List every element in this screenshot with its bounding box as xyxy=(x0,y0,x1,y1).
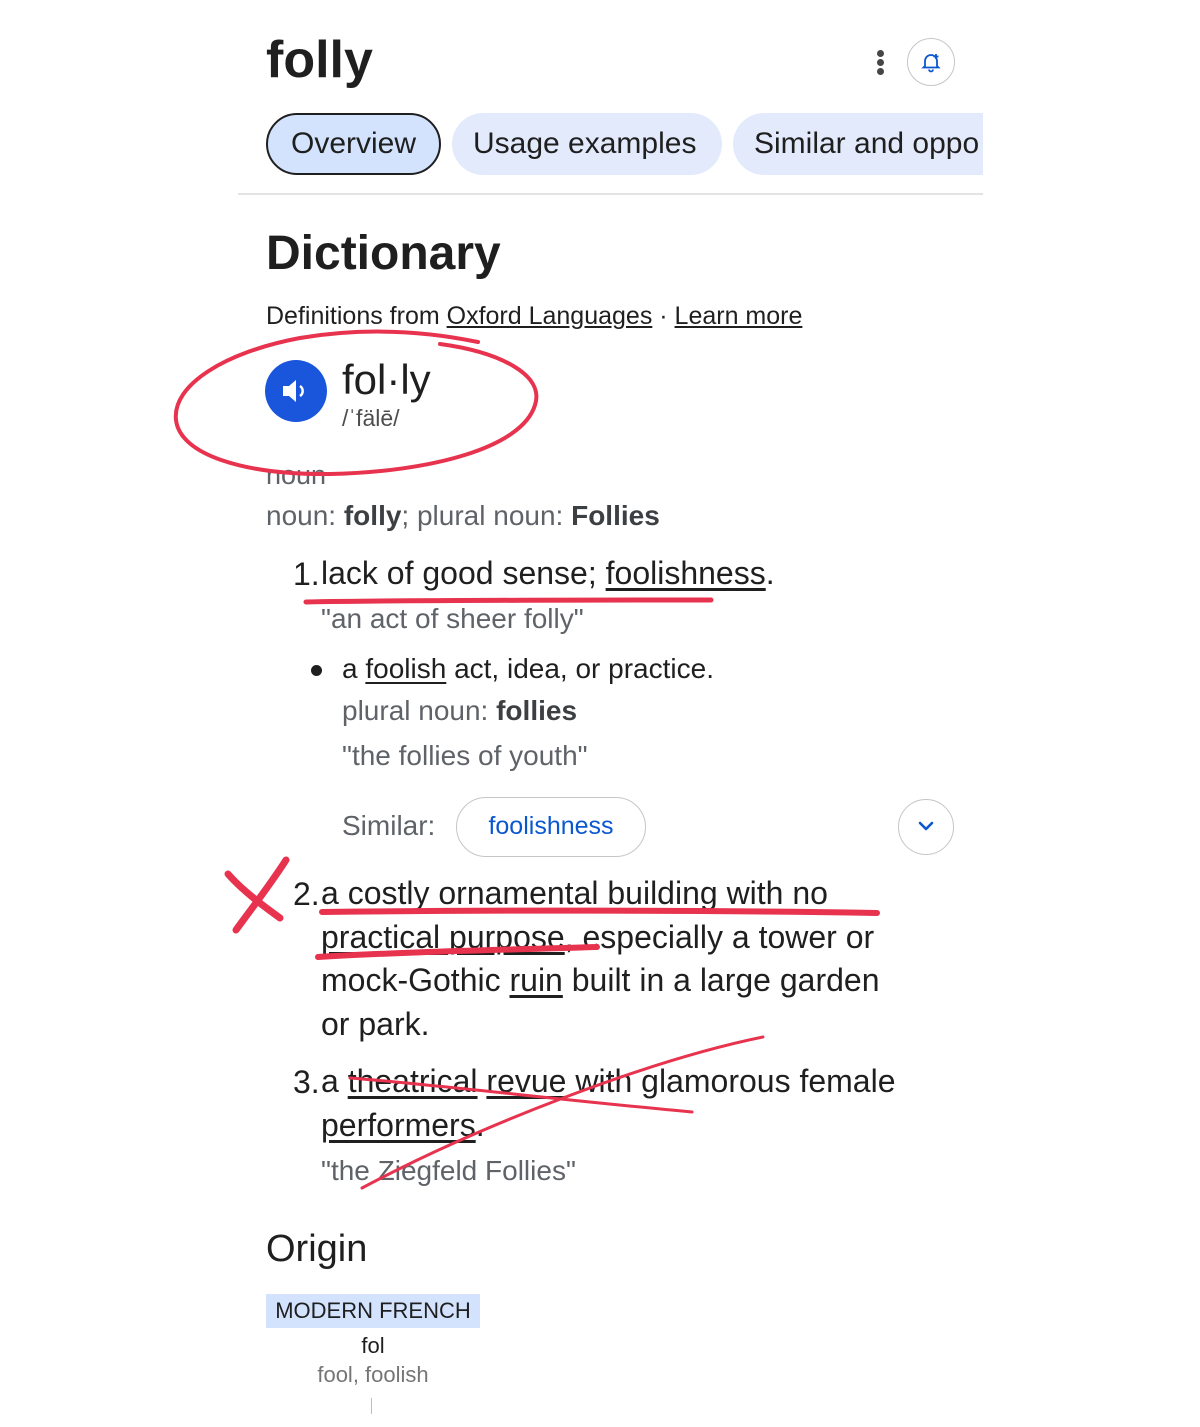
sense-2-line-1: a costly ornamental building with no xyxy=(321,871,828,915)
learn-more-link[interactable]: Learn more xyxy=(675,302,803,330)
origin-gloss: fool, foolish xyxy=(317,1362,429,1387)
practical-purpose-link[interactable]: practical purpose xyxy=(321,919,565,955)
annotation-x-mark xyxy=(224,856,290,934)
similar-label: Similar: xyxy=(342,810,436,841)
search-query-title: folly xyxy=(266,31,373,89)
sense-3-example: "the Ziegfeld Follies" xyxy=(321,1155,576,1186)
sense-2-line1-b: building with no xyxy=(598,875,828,911)
theatrical-link[interactable]: theatrical xyxy=(348,1063,478,1099)
oxford-languages-link[interactable]: Oxford Languages xyxy=(447,302,653,330)
performers-link[interactable]: performers xyxy=(321,1107,476,1143)
headword-syllabified: fol·ly xyxy=(342,356,431,403)
tab-usage-examples[interactable]: Usage examples xyxy=(452,113,722,175)
foolish-link[interactable]: foolish xyxy=(365,653,446,684)
sense-1-text: lack of good sense; xyxy=(321,555,606,591)
sense-number-3: 3. xyxy=(293,1064,320,1100)
forms-label1: noun: xyxy=(266,500,344,531)
subsense-plural-value: follies xyxy=(496,695,578,726)
sense-3-line-1: a theatrical revue with glamorous female xyxy=(321,1059,896,1103)
foolishness-link[interactable]: foolishness xyxy=(606,555,766,591)
part-of-speech: noun xyxy=(266,460,327,490)
sense-1-example: "an act of sheer folly" xyxy=(321,603,584,634)
sense-2-line3-b: built in a large garden xyxy=(562,962,880,998)
forms-value2: Follies xyxy=(571,500,660,531)
origin-heading: Origin xyxy=(266,1228,368,1270)
sense-1-definition: lack of good sense; foolishness. xyxy=(321,551,775,595)
subsense-text-b: act, idea, or practice. xyxy=(446,653,714,684)
ornamental-link[interactable]: ornamental xyxy=(438,875,598,911)
sense-2-line2-b: , especially a tower or xyxy=(564,919,875,955)
annotation-underline-sense-1 xyxy=(303,597,714,605)
sense-3-line-2: performers. xyxy=(321,1103,485,1147)
dictionary-heading: Dictionary xyxy=(266,227,501,280)
annotation-overlay xyxy=(173,329,880,1190)
more-options-icon[interactable] xyxy=(870,46,890,78)
divider xyxy=(238,193,983,195)
sense-3-line1-b: with glamorous female xyxy=(566,1063,896,1099)
sense-3-period: . xyxy=(475,1107,485,1143)
subsense-plural-label: plural noun: xyxy=(342,695,497,726)
subsense-text-a: a xyxy=(342,653,366,684)
noun-forms: noun: folly; plural noun: Follies xyxy=(266,500,660,532)
forms-value1: folly xyxy=(343,500,402,531)
forms-label2: ; plural noun: xyxy=(401,500,572,531)
source-separator: · xyxy=(652,302,675,330)
pronunciation-speaker-button[interactable] xyxy=(265,360,327,422)
subsense-definition: a foolish act, idea, or practice. xyxy=(342,653,714,685)
ruin-link[interactable]: ruin xyxy=(509,962,562,998)
sense-2-line-3: mock-Gothic ruin built in a large garden xyxy=(321,958,880,1002)
add-alert-button[interactable] xyxy=(907,38,955,86)
sense-3-line1-a: a xyxy=(321,1063,348,1099)
sense-2-line-4: or park. xyxy=(321,1006,430,1042)
definition-source: Definitions from Oxford Languages · Lear… xyxy=(266,302,802,331)
origin-language-tag: MODERN FRENCH xyxy=(266,1294,480,1328)
sense-2-line-2: practical purpose, especially a tower or xyxy=(321,915,874,959)
subsense-example: "the follies of youth" xyxy=(342,740,588,771)
chevron-down-icon xyxy=(918,821,934,831)
expand-similar-button[interactable] xyxy=(898,799,954,855)
tab-similar-and-opposite[interactable]: Similar and oppo xyxy=(733,113,983,175)
sense-2-line1-a: a costly xyxy=(321,875,439,911)
revue-link[interactable]: revue xyxy=(486,1063,566,1099)
source-prefix: Definitions from xyxy=(266,302,447,330)
similar-chip-foolishness[interactable]: foolishness xyxy=(456,797,646,857)
speaker-icon xyxy=(283,380,304,402)
sense-1-period: . xyxy=(765,555,775,591)
subsense-plural: plural noun: follies xyxy=(342,695,577,727)
subsense-bullet xyxy=(311,665,322,676)
sense-number-2: 2. xyxy=(293,876,320,912)
origin-word: fol xyxy=(361,1333,385,1358)
sense-number-1: 1. xyxy=(293,556,320,592)
pronunciation-text: /ˈfälē/ xyxy=(342,405,400,431)
origin-connector xyxy=(371,1398,372,1414)
bell-plus-icon xyxy=(921,54,941,73)
sense-2-line3-a: mock-Gothic xyxy=(321,962,510,998)
tab-overview[interactable]: Overview xyxy=(266,113,441,175)
